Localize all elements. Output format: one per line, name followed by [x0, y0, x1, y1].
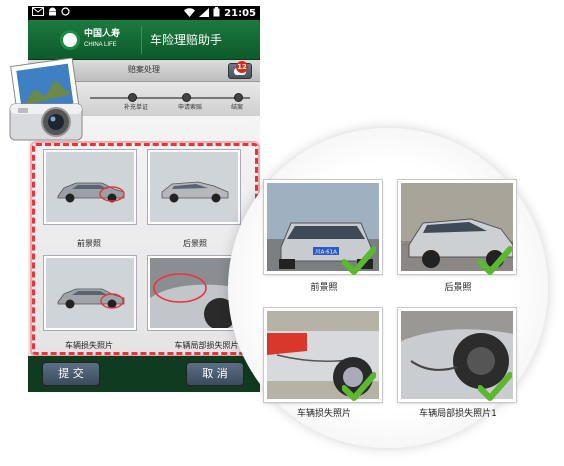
zoom-label-rear: 后景照 [444, 283, 472, 293]
app-title: 车险理赔助手 [150, 33, 223, 47]
thumb-label-front: 前景照 [77, 239, 101, 248]
check-icon-rear [478, 246, 512, 275]
car-damage-image [57, 288, 125, 309]
status-time: 21:05 [224, 8, 256, 19]
zoom-label-damage: 车辆损失照片 [296, 409, 351, 419]
photo-content-area: 前景照 后景照 车辆损失照片 车辆局部损失照片1 [28, 116, 260, 356]
photo-thumb-front[interactable] [44, 150, 136, 224]
message-count-badge: 12 [236, 61, 248, 73]
wifi-icon [184, 7, 196, 21]
signal-icon [199, 7, 210, 21]
logo-english-text: CHINA LIFE [84, 42, 117, 48]
step-label-1: 补充单证 [124, 104, 149, 111]
zoom-label-front: 前景照 [310, 283, 338, 293]
check-icon-front [342, 246, 376, 275]
battery-icon [213, 7, 220, 21]
status-bar: 21:05 [28, 6, 260, 20]
step-dot-3 [234, 93, 243, 102]
car-rear-image [161, 181, 229, 203]
zoom-detail-circle: 川A·61A 前景照 后景照 车辆损失照片 车辆局部损失照片1 [228, 128, 548, 448]
thumb-label-damage: 车辆损失照片 [65, 341, 113, 350]
photo-thumb-damage[interactable] [44, 256, 136, 330]
step-label-2: 申请索赔 [178, 104, 203, 111]
promo-illustration: 21:05 中国人寿 CHINA LIFE 车险理赔助手 赔案处理 12 补充单… [0, 0, 564, 466]
bottom-action-bar: 提 交 取 消 [28, 356, 260, 392]
check-icon-partial-damage [478, 372, 512, 401]
progress-line [90, 97, 250, 99]
mail-icon [32, 7, 44, 20]
car-front-image [57, 182, 125, 203]
android-icon [48, 7, 57, 20]
app-header: 中国人寿 CHINA LIFE 车险理赔助手 [28, 20, 260, 60]
china-life-logo-icon [60, 30, 80, 50]
cancel-button[interactable]: 取 消 [186, 362, 244, 386]
photo-thumb-rear[interactable] [148, 150, 240, 224]
photo-thumb-partial-damage[interactable] [148, 256, 240, 330]
submit-button[interactable]: 提 交 [42, 362, 100, 386]
header-divider [141, 26, 142, 54]
zoom-label-partial-damage: 车辆局部损失照片1 [419, 409, 497, 419]
camera-icon [9, 58, 83, 141]
car-partial-damage-image [150, 258, 238, 328]
step-label-3: 结案 [231, 104, 244, 111]
logo-chinese-text: 中国人寿 [84, 29, 121, 39]
check-icon-damage [342, 372, 376, 401]
message-button[interactable]: 12 [228, 61, 252, 79]
recycle-icon [61, 7, 70, 20]
step-dot-2 [182, 93, 191, 102]
step-dot-1 [128, 93, 137, 102]
license-plate: 川A·61A [315, 250, 337, 256]
